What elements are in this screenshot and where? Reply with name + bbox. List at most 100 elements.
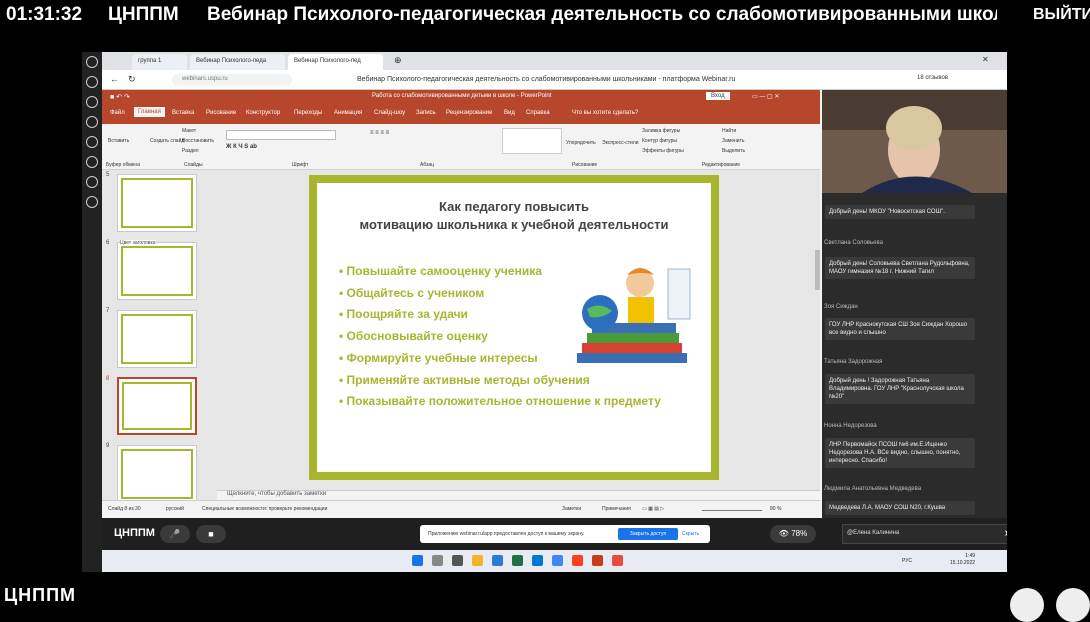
powerpoint-icon[interactable] — [592, 555, 603, 566]
excel-icon[interactable] — [512, 555, 523, 566]
accessibility-status[interactable]: Специальные возможности: проверьте реком… — [202, 506, 327, 512]
ppt-ribbon-tabs: Файл Главная Вставка Рисование Конструкт… — [102, 104, 820, 124]
shape-outline-button[interactable]: Контур фигуры — [642, 138, 677, 144]
new-tab-icon[interactable]: ⊕ — [394, 55, 402, 66]
comments-toggle[interactable]: Примечания — [602, 506, 631, 512]
explorer-icon[interactable] — [472, 555, 483, 566]
language-indicator[interactable]: РУС — [902, 558, 912, 564]
play-icon[interactable] — [86, 176, 98, 188]
url-field[interactable]: webinars.uspu.ru — [172, 74, 292, 86]
save-icon[interactable]: ■ ↶ ↷ — [110, 93, 130, 101]
login-button[interactable]: Вход — [706, 92, 730, 100]
layout-button[interactable]: Макет — [182, 128, 196, 134]
new-slide-button[interactable]: Создать слайд — [150, 138, 184, 144]
tab-view[interactable]: Вид — [504, 110, 515, 116]
slide-thumbnail[interactable] — [117, 445, 197, 503]
edge-icon[interactable] — [532, 555, 543, 566]
browser-tabbar: группа 1 Вебинар Психолого-педа Вебинар … — [102, 52, 1007, 70]
slide-thumbnail[interactable] — [117, 174, 197, 232]
exit-button[interactable]: ВЫЙТИ — [1033, 6, 1090, 24]
tab-design[interactable]: Конструктор — [246, 110, 280, 116]
browser-tab[interactable]: группа 1 — [132, 54, 187, 70]
chat-input[interactable]: @Елена Калинина — [842, 524, 1007, 544]
camera-button[interactable]: ■ — [196, 525, 226, 543]
current-slide[interactable]: Как педагогу повысить мотивацию школьник… — [309, 175, 719, 480]
system-clock: 1:49 15.10.2022 — [950, 553, 976, 566]
tab-review[interactable]: Рецензирование — [446, 110, 492, 116]
shape-fill-button[interactable]: Заливка фигуры — [642, 128, 680, 134]
browser-tab[interactable]: Вебинар Психолого-педа — [190, 54, 285, 70]
notes-pane[interactable]: Щелкните, чтобы добавить заметки — [217, 490, 820, 500]
slide-title: Как педагогу повысить мотивацию школьник… — [359, 199, 669, 232]
group-label: Шрифт — [292, 162, 309, 168]
screen-share-notification: Приложению webinar.ru/app предоставлен д… — [420, 525, 710, 543]
replace-button[interactable]: Заменить — [722, 138, 744, 144]
tab-home[interactable]: Главная — [134, 107, 165, 117]
paste-button[interactable]: Вставить — [108, 138, 129, 144]
stream-timer: 01:31:32 — [6, 4, 83, 25]
chat-author: Зоя Сиждан — [824, 304, 858, 310]
task-view-icon[interactable] — [452, 555, 463, 566]
find-button[interactable]: Найти — [722, 128, 736, 134]
arrange-button[interactable]: Упорядочить — [566, 140, 596, 146]
send-icon[interactable]: ➤ — [1004, 528, 1007, 539]
profile-icon[interactable] — [86, 56, 98, 68]
group-label: Слайды — [184, 162, 203, 168]
share-button[interactable] — [1010, 588, 1044, 622]
windows-start-icon[interactable] — [412, 555, 423, 566]
tab-record[interactable]: Запись — [416, 110, 436, 116]
notes-toggle[interactable]: Заметки — [562, 506, 581, 512]
favorites-icon[interactable] — [86, 116, 98, 128]
tab-animations[interactable]: Анимация — [334, 110, 362, 116]
history-icon[interactable] — [86, 96, 98, 108]
downloads-icon[interactable] — [86, 156, 98, 168]
font-name-select[interactable] — [226, 130, 336, 140]
view-buttons[interactable]: ▭ ▦ ▤ ▷ — [642, 506, 664, 512]
tab-insert[interactable]: Вставка — [172, 110, 194, 116]
search-icon[interactable] — [432, 555, 443, 566]
font-format-buttons[interactable]: Ж К Ч S ab — [226, 144, 257, 150]
stop-sharing-button[interactable]: Закрыть доступ — [618, 528, 678, 540]
footer-logo: ЦНППМ — [4, 585, 77, 605]
section-button[interactable]: Раздел — [182, 148, 199, 154]
tab-draw[interactable]: Рисование — [206, 110, 236, 116]
back-icon[interactable]: ← — [110, 74, 119, 84]
window-controls[interactable]: ▭ — ▢ ✕ — [752, 93, 779, 100]
tab-slideshow[interactable]: Слайд-шоу — [374, 110, 405, 116]
slide-thumbnail[interactable] — [117, 310, 197, 368]
tab-transitions[interactable]: Переходы — [294, 110, 322, 116]
zoom-slider[interactable] — [702, 510, 762, 511]
collections-icon[interactable] — [86, 136, 98, 148]
language-indicator[interactable]: русский — [166, 506, 184, 512]
reset-button[interactable]: Восстановить — [182, 138, 214, 144]
ppt-statusbar: Слайд 8 из 30 русский Специальные возмож… — [102, 500, 820, 518]
shapes-gallery[interactable] — [502, 128, 562, 154]
home-icon[interactable] — [86, 76, 98, 88]
close-window-icon[interactable]: ✕ — [982, 55, 989, 64]
vertical-scrollbar[interactable] — [815, 250, 820, 290]
browser-tab-active[interactable]: Вебинар Психолого-пед — [288, 54, 383, 70]
tab-help[interactable]: Справка — [526, 110, 550, 116]
fullscreen-button[interactable] — [1056, 588, 1090, 622]
chrome-icon[interactable] — [552, 555, 563, 566]
microphone-button[interactable]: 🎤 — [160, 525, 190, 543]
yandex-icon[interactable] — [572, 555, 583, 566]
notification-text: Приложению webinar.ru/app предоставлен д… — [428, 531, 585, 537]
word-icon[interactable] — [492, 555, 503, 566]
slide-thumbnail[interactable]: Цвет заголовка — [117, 240, 197, 300]
shape-effects-button[interactable]: Эффекты фигуры — [642, 148, 684, 154]
slide-thumbnail-selected[interactable] — [117, 377, 197, 435]
chat-message: ГОУ ЛНР Краснокутская СШ Зоя Сиждан Хоро… — [825, 318, 975, 340]
paragraph-buttons[interactable]: ≡ ≡ ≡ ≡ — [370, 130, 389, 136]
app-icon[interactable] — [612, 555, 623, 566]
settings-icon[interactable] — [86, 196, 98, 208]
quick-styles-button[interactable]: Экспресс-стили — [602, 140, 639, 146]
powerpoint-window: ■ ↶ ↷ Работа со слабомотивированными дет… — [102, 90, 820, 518]
tab-file[interactable]: Файл — [110, 110, 125, 116]
select-button[interactable]: Выделить — [722, 148, 745, 154]
group-label: Редактирование — [702, 162, 741, 168]
reviews-link[interactable]: 18 отзывов — [917, 75, 948, 81]
hide-notification-button[interactable]: Скрыть — [682, 531, 699, 537]
reload-icon[interactable]: ↻ — [128, 74, 136, 85]
tell-me-search[interactable]: Что вы хотите сделать? — [572, 110, 638, 116]
